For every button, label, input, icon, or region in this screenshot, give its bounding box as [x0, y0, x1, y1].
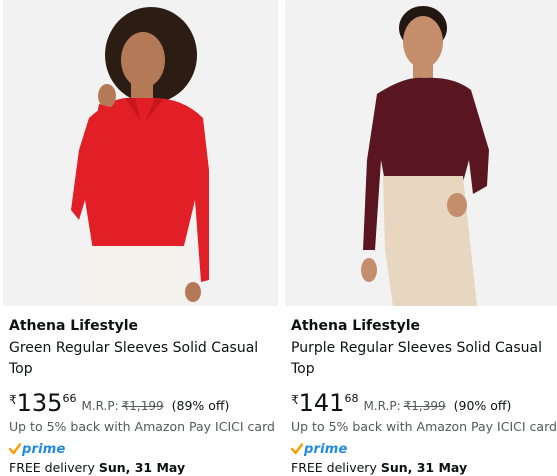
mrp-value: ₹1,199: [121, 399, 164, 413]
discount-percent: (90% off): [453, 398, 512, 413]
delivery-date: Sun, 31 May: [380, 460, 468, 475]
brand-name: Athena Lifestyle: [9, 318, 139, 334]
delivery-info: FREE delivery Sun, 31 May: [291, 459, 557, 476]
price-row: ₹ 135 66 M.R.P: ₹1,199 (89% off): [9, 390, 278, 418]
price-whole: 141: [298, 389, 345, 417]
product-card[interactable]: Athena Lifestyle Purple Regular Sleeves …: [285, 0, 557, 476]
product-image[interactable]: [3, 0, 278, 306]
delivery-prefix: FREE delivery: [291, 460, 377, 475]
product-title-link[interactable]: Green Regular Sleeves Solid Casual Top: [9, 338, 271, 380]
prime-label: prime: [22, 441, 66, 457]
prime-badge: prime: [9, 441, 278, 457]
currency-symbol: ₹: [9, 393, 17, 407]
price-fraction: 66: [62, 392, 77, 405]
cashback-offer: Up to 5% back with Amazon Pay ICICI card: [291, 419, 557, 434]
delivery-info: FREE delivery Sun, 31 May: [9, 459, 278, 476]
prime-check-icon: [9, 443, 21, 455]
mrp-label: M.R.P:: [363, 399, 401, 413]
mrp-label: M.R.P:: [81, 399, 119, 413]
model-photo-red-top: [3, 0, 278, 306]
cashback-offer: Up to 5% back with Amazon Pay ICICI card: [9, 419, 275, 434]
brand-name: Athena Lifestyle: [291, 318, 421, 334]
product-image[interactable]: [285, 0, 557, 306]
price-row: ₹ 141 68 M.R.P: ₹1,399 (90% off): [291, 390, 557, 418]
price-fraction: 68: [344, 392, 359, 405]
delivery-prefix: FREE delivery: [9, 460, 95, 475]
mrp-value: ₹1,399: [403, 399, 446, 413]
prime-check-icon: [291, 443, 303, 455]
prime-badge: prime: [291, 441, 557, 457]
model-photo-purple-top: [285, 0, 557, 306]
delivery-date: Sun, 31 May: [98, 460, 186, 475]
currency-symbol: ₹: [291, 393, 299, 407]
product-card[interactable]: Athena Lifestyle Green Regular Sleeves S…: [3, 0, 278, 476]
prime-label: prime: [304, 441, 348, 457]
discount-percent: (89% off): [171, 398, 230, 413]
price-whole: 135: [16, 389, 63, 417]
product-title-link[interactable]: Purple Regular Sleeves Solid Casual Top: [291, 338, 553, 380]
